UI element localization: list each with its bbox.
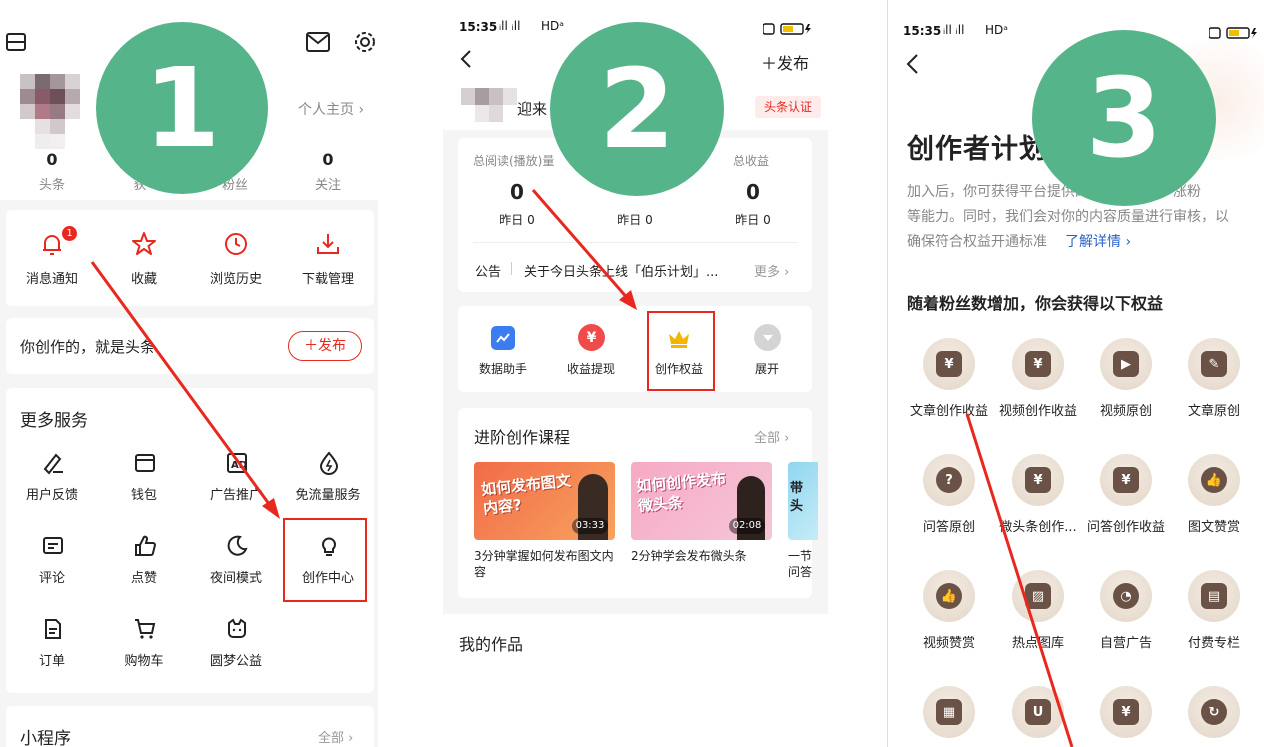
panel-creator-center: 15:35 ᵢll ᵢll HDᵃ ＋发布 迎来 头条认证 总阅读(播放)量 总… — [443, 0, 828, 747]
panel-my-page: 个人主页 › 0 头条 获 粉丝 0 关注 1 消息通知 收藏 浏览历史 下载管… — [0, 0, 378, 747]
step-1-badge: 1 — [96, 22, 268, 194]
panel-creator-plan: 15:35 ᵢll ᵢll HDᵃ 创作者计划 加入后，你可获得平台提供的收益、… — [887, 0, 1264, 747]
step-2-badge: 2 — [550, 22, 724, 196]
step-3-badge: 3 — [1032, 30, 1216, 206]
